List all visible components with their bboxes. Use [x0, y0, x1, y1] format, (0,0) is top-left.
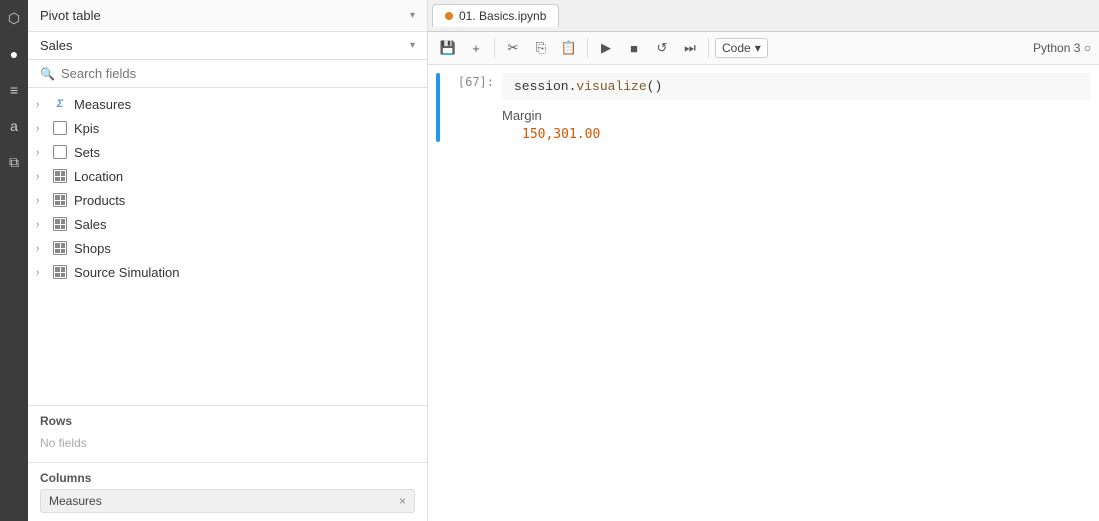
search-icon: 🔍 [40, 67, 55, 81]
notebook-content: [67]: session.visualize() Margin 150,301… [428, 65, 1099, 521]
products-chevron: › [36, 195, 48, 206]
column-chip-measures[interactable]: Measures × [40, 489, 415, 513]
code-label: Code [722, 41, 751, 55]
kernel-label: Python 3 ○ [1033, 41, 1091, 55]
field-item-kpis[interactable]: › Kpis [28, 116, 427, 140]
field-item-sales[interactable]: › Sales [28, 212, 427, 236]
database-icon[interactable]: ⬡ [4, 8, 24, 28]
puzzle-icon[interactable]: ⧉ [4, 152, 24, 172]
pivot-bottom: Rows No fields Columns Measures × [28, 405, 427, 521]
jupyter-panel: 01. Basics.ipynb 💾 + ✂ ⎘ 📋 ▶ ■ ↺ ⏭ Code … [428, 0, 1099, 521]
search-bar: 🔍 [28, 60, 427, 88]
add-cell-button[interactable]: + [464, 36, 488, 60]
location-icon [52, 168, 68, 184]
code-visualize: visualize [576, 79, 646, 94]
cell-input: [67]: session.visualize() [444, 73, 1091, 100]
sales-field-icon [52, 216, 68, 232]
fields-list: › Σ Measures › Kpis › Sets › [28, 88, 427, 405]
kpis-chevron: › [36, 123, 48, 134]
cell-output: Margin 150,301.00 [502, 108, 1091, 142]
code-selector[interactable]: Code ▾ [715, 38, 768, 58]
toolbar-separator-1 [494, 38, 495, 58]
kpis-icon [52, 120, 68, 136]
cell-content: [67]: session.visualize() Margin 150,301… [444, 73, 1091, 142]
kpis-label: Kpis [74, 121, 99, 136]
location-chevron: › [36, 171, 48, 182]
rows-label: Rows [40, 414, 415, 428]
field-item-measures[interactable]: › Σ Measures [28, 92, 427, 116]
paste-button[interactable]: 📋 [557, 36, 581, 60]
jupyter-toolbar: 💾 + ✂ ⎘ 📋 ▶ ■ ↺ ⏭ Code ▾ Python 3 ○ [428, 32, 1099, 65]
code-arrow: ▾ [755, 41, 761, 55]
pivot-panel: Pivot table ▾ Sales ▾ 🔍 › Σ Measures › K… [28, 0, 428, 521]
cell-code[interactable]: session.visualize() [502, 73, 1091, 100]
code-parens: () [647, 79, 663, 94]
circle-icon[interactable]: ● [4, 44, 24, 64]
jupyter-tab-basics[interactable]: 01. Basics.ipynb [432, 4, 559, 27]
code-session: session. [514, 79, 576, 94]
sales-field-chevron: › [36, 219, 48, 230]
sales-field-label: Sales [74, 217, 107, 232]
output-label: Margin [502, 108, 1091, 123]
toolbar-separator-2 [587, 38, 588, 58]
list-icon[interactable]: ≡ [4, 80, 24, 100]
products-label: Products [74, 193, 125, 208]
shops-chevron: › [36, 243, 48, 254]
pivot-title: Pivot table [40, 8, 101, 23]
output-value: 150,301.00 [502, 127, 1091, 142]
field-item-sets[interactable]: › Sets [28, 140, 427, 164]
products-icon [52, 192, 68, 208]
measures-icon: Σ [52, 96, 68, 112]
rows-no-fields: No fields [40, 432, 415, 454]
location-label: Location [74, 169, 123, 184]
cell-67: [67]: session.visualize() Margin 150,301… [428, 73, 1099, 142]
sales-label: Sales [40, 38, 73, 53]
sets-icon [52, 144, 68, 160]
tab-label: 01. Basics.ipynb [459, 9, 546, 23]
search-input[interactable] [61, 66, 415, 81]
columns-section: Columns Measures × [28, 463, 427, 521]
shops-label: Shops [74, 241, 111, 256]
column-chip-label: Measures [49, 494, 102, 508]
a-icon[interactable]: a [4, 116, 24, 136]
pivot-header[interactable]: Pivot table ▾ [28, 0, 427, 32]
stop-button[interactable]: ■ [622, 36, 646, 60]
field-item-shops[interactable]: › Shops [28, 236, 427, 260]
copy-button[interactable]: ⎘ [529, 36, 553, 60]
tab-dot [445, 12, 453, 20]
source-simulation-chevron: › [36, 267, 48, 278]
cell-indicator [436, 73, 440, 142]
column-chip-remove[interactable]: × [399, 494, 406, 508]
jupyter-tabs: 01. Basics.ipynb [428, 0, 1099, 32]
measures-chevron: › [36, 99, 48, 110]
measures-label: Measures [74, 97, 131, 112]
rows-section: Rows No fields [28, 406, 427, 463]
save-button[interactable]: 💾 [436, 36, 460, 60]
shops-icon [52, 240, 68, 256]
cut-button[interactable]: ✂ [501, 36, 525, 60]
field-item-products[interactable]: › Products [28, 188, 427, 212]
field-item-source-simulation[interactable]: › Source Simulation [28, 260, 427, 284]
field-item-location[interactable]: › Location [28, 164, 427, 188]
sidebar-icons: ⬡ ● ≡ a ⧉ [0, 0, 28, 521]
sales-arrow: ▾ [410, 40, 415, 51]
restart-button[interactable]: ↺ [650, 36, 674, 60]
pivot-header-arrow: ▾ [410, 10, 415, 21]
source-simulation-label: Source Simulation [74, 265, 180, 280]
source-simulation-icon [52, 264, 68, 280]
columns-label: Columns [40, 471, 415, 485]
sales-selector[interactable]: Sales ▾ [28, 32, 427, 60]
fast-forward-button[interactable]: ⏭ [678, 36, 702, 60]
toolbar-separator-3 [708, 38, 709, 58]
sets-chevron: › [36, 147, 48, 158]
run-button[interactable]: ▶ [594, 36, 618, 60]
cell-prompt: [67]: [444, 73, 494, 89]
sets-label: Sets [74, 145, 100, 160]
